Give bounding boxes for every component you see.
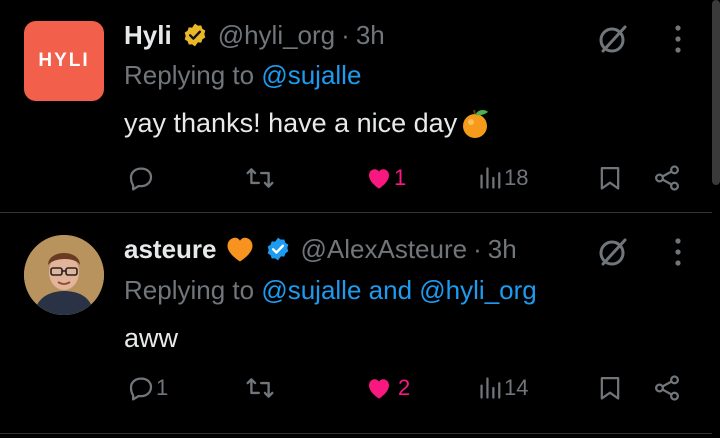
like-button[interactable]: 2 [364,368,410,408]
mention-link[interactable]: @sujalle [261,275,361,305]
reply-button[interactable] [126,158,156,198]
bookmark-button[interactable] [596,158,624,198]
tweet-actions: 1 18 [0,158,712,198]
timestamp[interactable]: 3h [488,234,517,265]
bookmark-icon [596,373,624,403]
separator-dot: · [341,19,350,50]
profile-photo [24,235,104,315]
heart-filled-icon [364,163,394,193]
tweet-header: Hyli @hyli_org · 3h [124,17,385,53]
author-name[interactable]: Hyli [124,20,172,51]
avatar[interactable] [24,235,104,315]
like-count: 1 [394,165,407,190]
tweet-text: yay thanks! have a nice day [124,106,492,140]
bookmark-button[interactable] [596,368,624,408]
share-button[interactable] [652,158,682,198]
hyli-logo: HYLI [38,50,90,71]
more-options-icon[interactable] [664,235,692,269]
tangerine-emoji [458,106,492,140]
reply-icon [126,373,156,403]
retweet-button[interactable] [244,368,276,408]
retweet-button[interactable] [244,158,276,198]
tweet-asteure[interactable]: asteure @AlexAsteure · 3h Replying to @s… [0,213,712,434]
like-count: 2 [398,375,411,400]
tweet-actions: 1 2 14 [0,368,712,408]
replying-to-line: Replying to @sujalle [124,60,361,91]
views-button[interactable]: 14 [478,368,528,408]
tweet-text-content: yay thanks! have a nice day [124,107,458,138]
bookmark-icon [596,163,624,193]
reply-button[interactable]: 1 [126,368,168,408]
orange-heart-icon [225,235,255,263]
mention-link-2[interactable]: @hyli_org [419,275,536,305]
mention-link[interactable]: @sujalle [261,60,361,90]
avatar[interactable]: HYLI [24,21,104,101]
share-icon [652,373,682,403]
replying-prefix: Replying to [124,275,255,305]
gold-verified-badge-icon[interactable] [182,22,208,48]
replying-to-line: Replying to @sujalle and @hyli_org [124,275,537,306]
grok-icon[interactable] [594,20,632,58]
timestamp[interactable]: 3h [356,20,385,51]
tweet-text-content: aww [124,323,179,353]
blue-verified-badge-icon[interactable] [265,236,291,262]
mention-conjunction[interactable]: and [369,275,412,305]
reply-icon [126,163,156,193]
views-count: 18 [504,165,529,190]
retweet-icon [244,163,276,193]
tweet-header: asteure @AlexAsteure · 3h [124,231,517,267]
heart-filled-icon [364,373,394,403]
share-button[interactable] [652,368,682,408]
share-icon [652,163,682,193]
author-name[interactable]: asteure [124,234,217,265]
like-button[interactable]: 1 [364,158,406,198]
reply-count: 1 [156,375,169,400]
views-button[interactable]: 18 [478,158,528,198]
tweet-text: aww [124,323,178,354]
views-chart-icon [478,373,504,403]
author-handle[interactable]: @hyli_org [218,20,335,51]
author-handle[interactable]: @AlexAsteure [301,234,468,265]
grok-icon[interactable] [594,233,632,271]
replying-prefix: Replying to [124,60,255,90]
separator-dot: · [473,233,482,264]
more-options-icon[interactable] [664,22,692,56]
scrollbar[interactable] [712,0,720,185]
views-chart-icon [478,163,504,193]
retweet-icon [244,373,276,403]
tweet-hyli[interactable]: HYLI Hyli @hyli_org · 3h Replying to @su… [0,0,712,213]
views-count: 14 [504,375,529,400]
